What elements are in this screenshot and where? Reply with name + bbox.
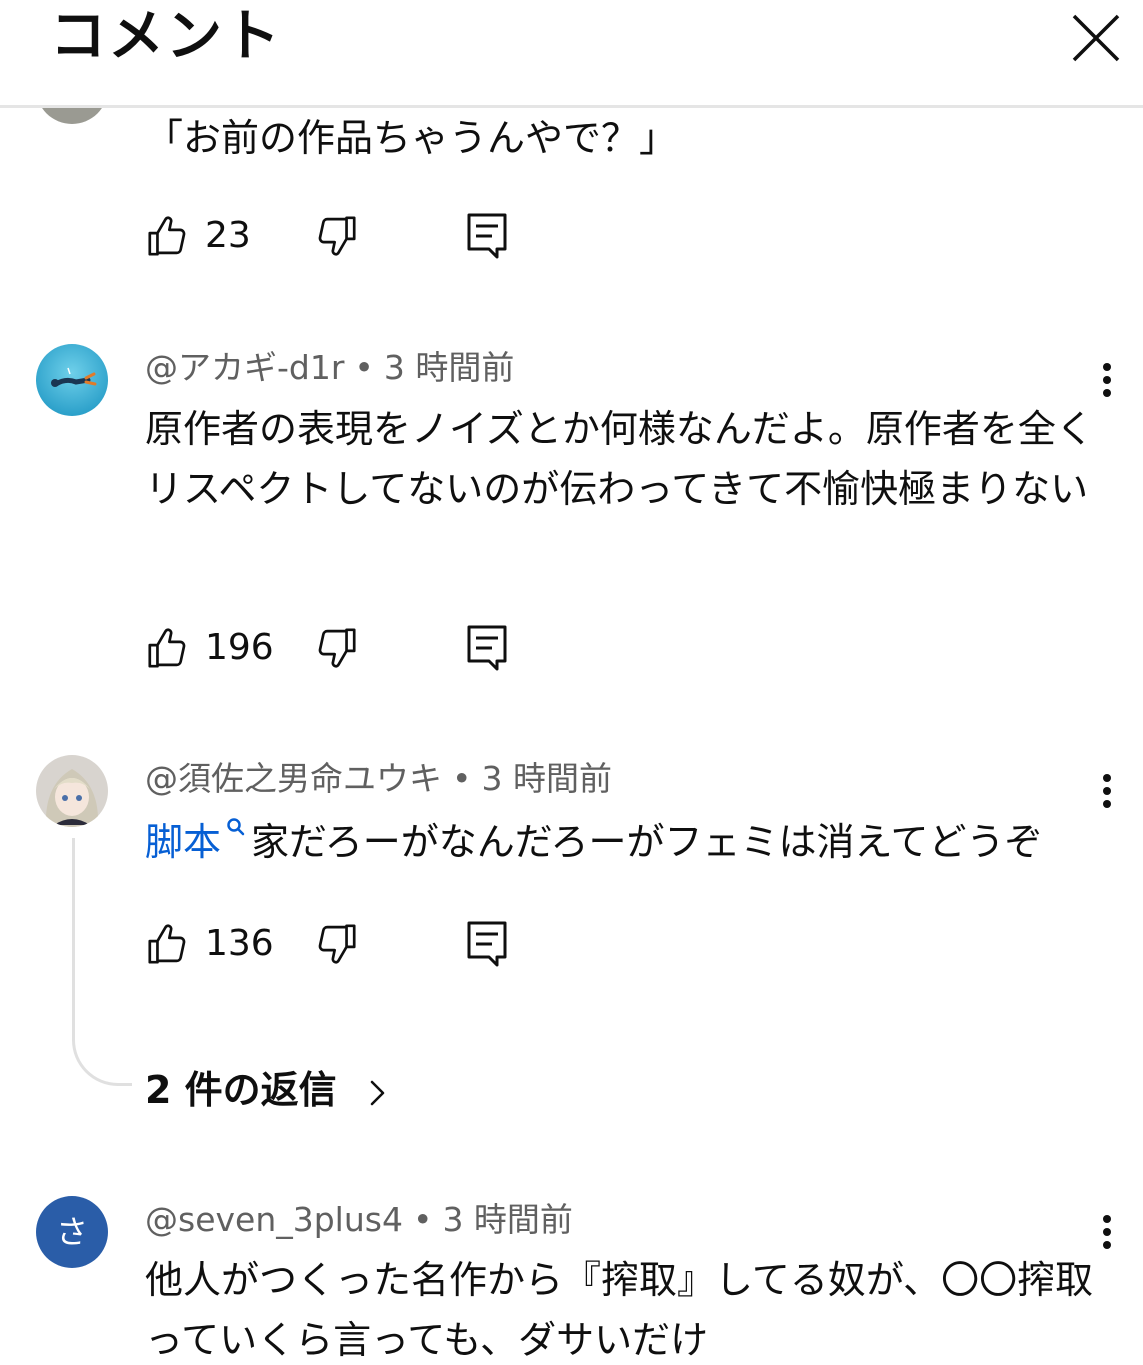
author-name[interactable]: @seven_3plus4 (145, 1200, 403, 1239)
thumbs-up-icon (148, 628, 186, 668)
comment-text: 原作者の表現をノイズとか何様なんだよ。原作者を全くリスペクトしてないのが伝わって… (145, 407, 1094, 511)
reply-icon (467, 213, 507, 259)
thread-connector-line (72, 838, 132, 1086)
comment-meta: @アカギ-d1r • 3 時間前 (145, 348, 515, 387)
thumbs-down-icon (318, 628, 356, 668)
like-button[interactable] (145, 213, 191, 259)
chevron-right-icon (370, 1080, 385, 1105)
panel-title: コメント (50, 4, 282, 69)
comment-text: 「お前の作品ちゃうんやで？」 (145, 116, 678, 160)
view-replies-button[interactable]: 2 件の返信 (145, 1064, 390, 1116)
like-count: 23 (205, 215, 251, 256)
close-button[interactable] (1068, 10, 1124, 66)
dislike-button[interactable] (313, 213, 359, 259)
reply-icon (467, 921, 507, 967)
comment-meta: @須佐之男命ユウキ • 3 時間前 (145, 759, 612, 798)
author-name[interactable]: @須佐之男命ユウキ (145, 759, 442, 798)
dislike-button[interactable] (313, 625, 359, 671)
dislike-button[interactable] (313, 921, 359, 967)
close-icon (1072, 14, 1120, 62)
comment-text-rest: 家だろーがなんだろーがフェミは消えてどうぞ (251, 820, 1043, 864)
more-vert-icon-dot (1103, 363, 1111, 371)
thumbs-up-icon (148, 216, 186, 256)
more-options-button[interactable] (1090, 358, 1124, 402)
search-link[interactable]: 脚本 (145, 820, 221, 864)
timestamp: 3 時間前 (481, 759, 612, 798)
replies-label: 2 件の返信 (145, 1068, 337, 1112)
comment-meta: @seven_3plus4 • 3 時間前 (145, 1200, 573, 1239)
diver-avatar-image (36, 344, 108, 416)
like-button[interactable] (145, 625, 191, 671)
avatar[interactable] (36, 344, 108, 416)
search-icon (227, 818, 245, 836)
avatar[interactable]: さ (36, 1196, 108, 1268)
more-options-button[interactable] (1090, 769, 1124, 813)
thumbs-up-icon (148, 924, 186, 964)
comments-panel: コメント 「お前の作品ちゃうんやで？」 23 @アカギ-d1r • 3 時間前 … (0, 0, 1143, 1365)
like-button[interactable] (145, 921, 191, 967)
thumbs-down-icon (318, 924, 356, 964)
thumbs-down-icon (318, 216, 356, 256)
avatar[interactable] (36, 755, 108, 827)
panel-header: コメント (0, 0, 1143, 108)
timestamp: 3 時間前 (442, 1200, 573, 1239)
reply-button[interactable] (466, 920, 508, 968)
avatar-letter: さ (55, 1213, 88, 1251)
more-options-button[interactable] (1090, 1210, 1124, 1254)
author-name[interactable]: @アカギ-d1r (145, 348, 344, 387)
comment-text: 脚本 家だろーがなんだろーがフェミは消えてどうぞ (145, 812, 1095, 872)
comment-text: 他人がつくった名作から『搾取』してる奴が、〇〇搾取っていくら言っても、ダサいだけ (145, 1258, 1094, 1362)
anime-avatar-image (36, 755, 108, 827)
like-count: 136 (205, 923, 274, 964)
reply-button[interactable] (466, 212, 508, 260)
like-count: 196 (205, 627, 274, 668)
reply-button[interactable] (466, 624, 508, 672)
timestamp: 3 時間前 (383, 348, 515, 387)
reply-icon (467, 625, 507, 671)
